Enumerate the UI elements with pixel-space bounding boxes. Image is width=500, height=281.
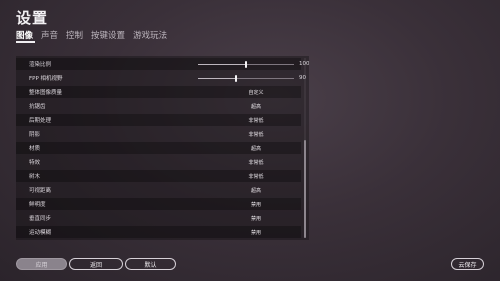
setting-option-value[interactable]: 非常低	[211, 159, 301, 166]
setting-label: 垂直同步	[29, 216, 52, 222]
setting-label: 鲜明度	[29, 202, 46, 208]
setting-row[interactable]: 运动模糊 禁用	[16, 226, 301, 238]
default-button[interactable]: 默认	[125, 258, 176, 270]
setting-option-value[interactable]: 超高	[211, 145, 301, 152]
setting-label: 整体图像质量	[29, 90, 63, 96]
setting-option-value[interactable]: 禁用	[211, 215, 301, 222]
setting-row[interactable]: 垂直同步 禁用	[16, 212, 301, 224]
back-button[interactable]: 返回	[69, 258, 123, 270]
setting-label: 渲染比例	[29, 62, 52, 68]
setting-option-value[interactable]: 禁用	[211, 229, 301, 236]
slider-thumb[interactable]	[235, 75, 238, 82]
setting-row[interactable]: 特效 非常低	[16, 156, 301, 168]
setting-row[interactable]: FPP 相机视野 90	[16, 72, 306, 84]
setting-label: 运动模糊	[29, 230, 52, 236]
setting-label: 材质	[29, 146, 41, 152]
setting-option-value[interactable]: 禁用	[211, 201, 301, 208]
setting-row[interactable]: 可视距离 超高	[16, 184, 301, 196]
cloud-save-button[interactable]: 云保存	[451, 258, 484, 270]
setting-row[interactable]: 阴影 非常低	[16, 128, 301, 140]
setting-label: 树木	[29, 174, 41, 180]
setting-slider[interactable]	[198, 75, 294, 82]
setting-label: 抗锯齿	[29, 104, 46, 110]
setting-option-value[interactable]: 非常低	[211, 117, 301, 124]
setting-label: 可视距离	[29, 188, 52, 194]
slider-thumb[interactable]	[245, 61, 247, 68]
scrollbar-thumb[interactable]	[304, 140, 306, 238]
apply-button[interactable]: 应用	[16, 258, 67, 270]
setting-row[interactable]: 后期处理 非常低	[16, 114, 301, 126]
tab-graphics[interactable]: 图像	[16, 29, 33, 41]
setting-row[interactable]: 抗锯齿 超高	[16, 100, 301, 112]
tab-controls[interactable]: 控制	[66, 29, 83, 41]
setting-label: FPP 相机视野	[29, 76, 63, 82]
setting-option-value[interactable]: 非常低	[211, 173, 301, 180]
setting-label: 阴影	[29, 132, 41, 138]
active-tab-indicator	[16, 41, 35, 43]
setting-option-value[interactable]: 超高	[211, 187, 301, 194]
setting-option-value[interactable]: 非常低	[211, 131, 301, 138]
setting-row[interactable]: 整体图像质量 自定义	[16, 86, 301, 98]
settings-tabs: 图像 声音 控制 按键设置 游戏玩法	[16, 29, 167, 41]
settings-panel: 渲染比例 100 FPP 相机视野 90 整体图像质量 自定义 抗锯齿 超高 后期处理 非常低 阴影…	[16, 56, 309, 240]
page-title: 设置	[16, 9, 49, 27]
setting-row[interactable]: 树木 非常低	[16, 170, 301, 182]
setting-option-value[interactable]: 超高	[211, 103, 301, 110]
tab-audio[interactable]: 声音	[41, 29, 58, 41]
tab-gameplay[interactable]: 游戏玩法	[133, 29, 167, 41]
setting-label: 后期处理	[29, 118, 52, 124]
setting-row[interactable]: 鲜明度 禁用	[16, 198, 301, 210]
slider-fill	[198, 64, 246, 65]
setting-row[interactable]: 渲染比例 100	[16, 58, 309, 70]
setting-label: 特效	[29, 160, 41, 166]
slider-fill	[198, 78, 237, 79]
tab-keybindings[interactable]: 按键设置	[91, 29, 125, 41]
setting-row[interactable]: 材质 超高	[16, 142, 301, 154]
setting-slider[interactable]	[198, 61, 294, 68]
setting-option-value[interactable]: 自定义	[211, 89, 301, 96]
